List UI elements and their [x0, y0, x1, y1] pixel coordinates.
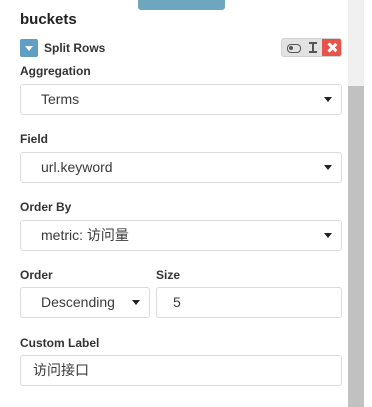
aggregation-header: Split Rows — [20, 38, 342, 58]
chevron-down-icon — [324, 165, 332, 170]
aggregation-title: Split Rows — [44, 41, 106, 55]
order-by-select-value: metric: 访问量 — [41, 227, 129, 243]
custom-label-input[interactable]: 访问接口 — [20, 355, 342, 386]
chevron-down-icon — [132, 300, 140, 305]
order-by-select[interactable]: metric: 访问量 — [20, 220, 342, 251]
remove-icon[interactable] — [322, 39, 341, 56]
toggle-icon[interactable] — [282, 39, 304, 56]
aggregation-select-value: Terms — [41, 91, 80, 107]
move-icon[interactable] — [304, 39, 322, 56]
field-select[interactable]: url.keyword — [20, 152, 342, 183]
order-by-label: Order By — [20, 200, 72, 214]
size-input[interactable]: 5 — [156, 287, 342, 318]
order-select-value: Descending — [41, 294, 115, 310]
order-select[interactable]: Descending — [20, 287, 150, 318]
custom-label-label: Custom Label — [20, 336, 100, 350]
aggregation-label: Aggregation — [20, 64, 91, 78]
top-tab[interactable] — [138, 0, 225, 10]
custom-label-input-value: 访问接口 — [33, 362, 89, 378]
collapse-toggle-icon[interactable] — [20, 39, 38, 57]
size-label: Size — [156, 268, 181, 282]
order-label: Order — [20, 268, 53, 282]
chevron-down-icon — [324, 97, 332, 102]
scrollbar-thumb[interactable] — [348, 86, 364, 407]
field-select-value: url.keyword — [41, 159, 113, 175]
size-input-value: 5 — [173, 294, 181, 310]
field-label: Field — [20, 132, 49, 146]
aggregation-controls — [281, 38, 342, 57]
aggregation-select[interactable]: Terms — [20, 84, 342, 115]
section-heading: buckets — [20, 11, 77, 28]
chevron-down-icon — [324, 233, 332, 238]
